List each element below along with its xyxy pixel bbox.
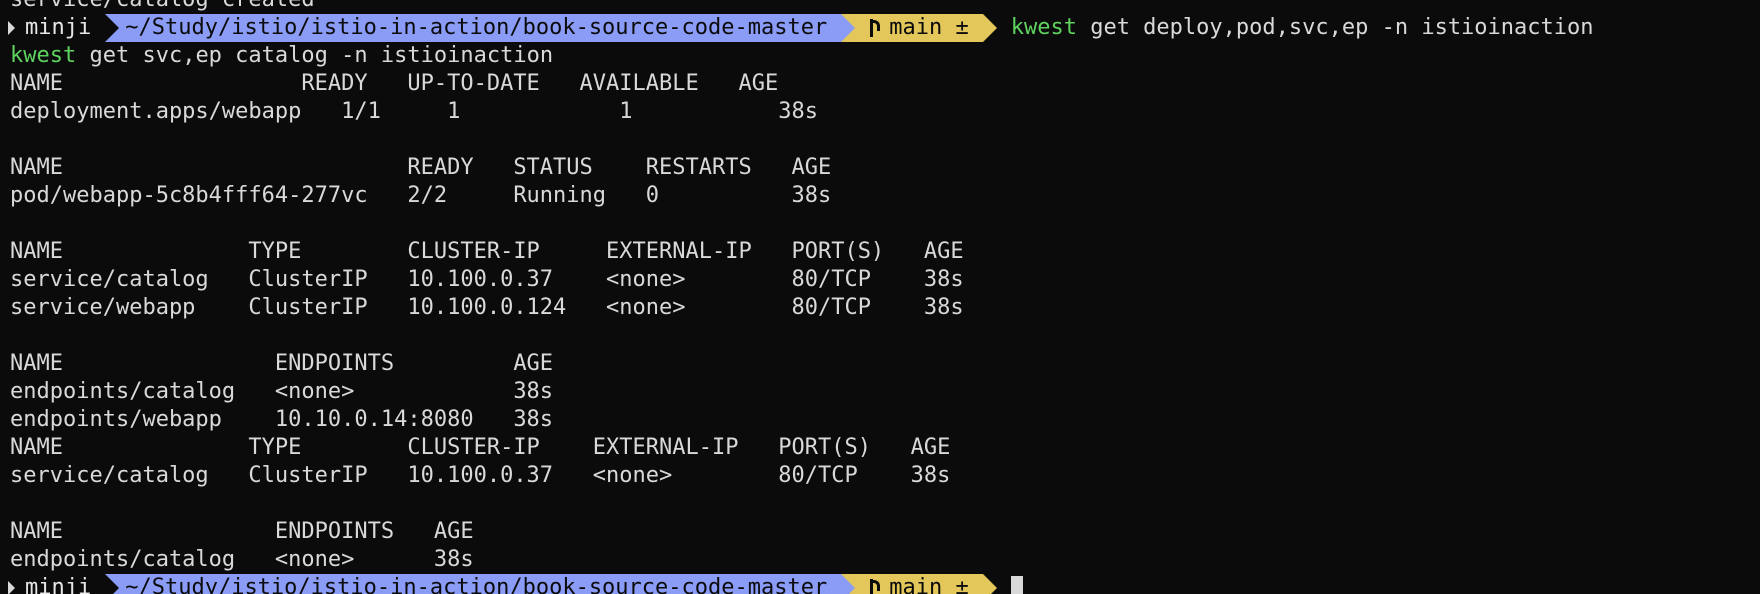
output-line: service/catalog ClusterIP 10.100.0.37 <n…	[10, 463, 951, 488]
command-args: get svc,ep catalog -n istioinaction	[76, 43, 554, 68]
prompt-start-icon	[8, 21, 15, 35]
command-keyword: kwest	[10, 43, 77, 68]
command-line: kwest get svc,ep catalog -n istioinactio…	[0, 42, 1760, 70]
output-line: service/webapp ClusterIP 10.100.0.124 <n…	[10, 295, 964, 320]
powerline-separator-icon	[841, 14, 856, 42]
output-line: service/catalog created	[0, 0, 1760, 14]
command-args: get deploy,pod,svc,ep -n istioinaction	[1076, 15, 1594, 40]
git-branch-icon	[865, 17, 881, 39]
prompt-host-segment: minji	[0, 574, 106, 594]
output-line: pod/webapp-5c8b4fff64-277vc 2/2 Running …	[10, 183, 832, 208]
powerline-separator-icon	[841, 574, 856, 594]
prompt-path: ~/Study/istio/istio-in-action/book-sourc…	[125, 15, 828, 40]
powerline-separator-icon	[105, 574, 120, 594]
prompt-start-icon	[8, 581, 15, 594]
prompt-host: minji	[25, 575, 92, 594]
output-line: NAME TYPE CLUSTER-IP EXTERNAL-IP PORT(S)…	[10, 435, 951, 460]
output-line: endpoints/catalog <none> 38s	[10, 547, 474, 572]
powerline-separator-icon	[105, 14, 120, 42]
output-line: service/catalog ClusterIP 10.100.0.37 <n…	[10, 267, 964, 292]
output-line: endpoints/webapp 10.10.0.14:8080 38s	[10, 407, 554, 432]
command-line: kwest get deploy,pod,svc,ep -n istioinac…	[1011, 14, 1594, 42]
prompt-host-segment: minji	[0, 14, 106, 42]
powerline-separator-icon	[982, 14, 997, 42]
output-line: NAME ENDPOINTS AGE	[10, 351, 554, 376]
prompt-branch: main ±	[889, 575, 969, 594]
output-line: NAME READY UP-TO-DATE AVAILABLE AGE	[10, 71, 779, 96]
command-keyword: kwest	[1010, 15, 1077, 40]
shell-prompt: minji ~/Study/istio/istio-in-action/book…	[0, 574, 1760, 594]
terminal-window[interactable]: service/catalog created minji ~/Study/is…	[0, 0, 1760, 594]
output-line: NAME TYPE CLUSTER-IP EXTERNAL-IP PORT(S)…	[10, 239, 964, 264]
prompt-git-segment: main ±	[855, 574, 983, 594]
output-line: NAME ENDPOINTS AGE	[10, 519, 474, 544]
output-line: NAME READY STATUS RESTARTS AGE	[10, 155, 832, 180]
prompt-git-segment: main ±	[855, 14, 983, 42]
output-line: deployment.apps/webapp 1/1 1 1 38s	[10, 99, 818, 124]
prompt-path-segment: ~/Study/istio/istio-in-action/book-sourc…	[119, 574, 842, 594]
powerline-separator-icon	[982, 574, 997, 594]
prompt-host: minji	[25, 15, 92, 40]
prompt-branch: main ±	[889, 15, 969, 40]
git-branch-icon	[865, 577, 881, 594]
text-cursor[interactable]	[1010, 576, 1023, 594]
terminal-output: service/catalog created minji ~/Study/is…	[0, 0, 1760, 594]
output-line: endpoints/catalog <none> 38s	[10, 379, 554, 404]
prompt-path-segment: ~/Study/istio/istio-in-action/book-sourc…	[119, 14, 842, 42]
shell-prompt: minji ~/Study/istio/istio-in-action/book…	[0, 14, 1760, 42]
prompt-path: ~/Study/istio/istio-in-action/book-sourc…	[125, 575, 828, 594]
